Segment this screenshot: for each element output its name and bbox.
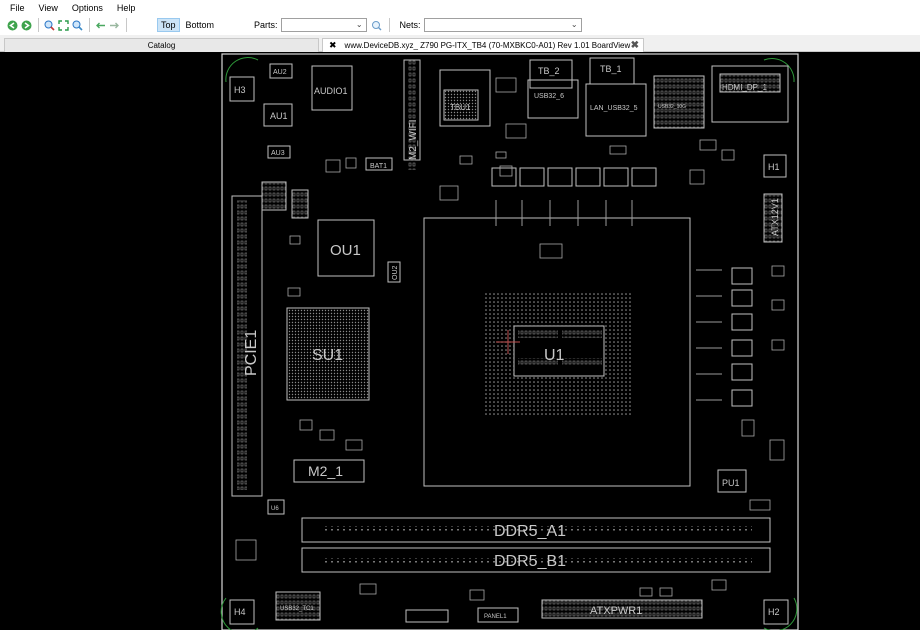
tab-bar: Catalog ✖︎ www.DeviceDB.xyz_ Z790 PG-ITX… (0, 35, 920, 52)
top-side-button[interactable]: Top (157, 18, 180, 32)
label-ou1: OU1 (330, 242, 361, 259)
label-usb32-tc1: USB32_TC1 (280, 606, 314, 612)
back-arrow-icon[interactable] (6, 19, 18, 31)
label-h2: H2 (768, 607, 780, 617)
label-usb32-6: USB32_6 (534, 93, 564, 100)
menu-bar: File View Options Help (0, 0, 920, 15)
toolbar-separator (38, 18, 39, 32)
usb32-10g-connector[interactable] (653, 75, 705, 129)
tab-catalog-label: Catalog (147, 41, 176, 50)
label-ddr5-a1: DDR5_A1 (494, 523, 566, 540)
tab-boardview-label: www.DeviceDB.xyz_ Z790 PG-ITX_TB4 (70-MX… (344, 41, 631, 50)
toolbar: Top Bottom Parts: ⌄ Nets: ⌄ (0, 15, 920, 35)
menu-view[interactable]: View (39, 3, 58, 13)
board-canvas[interactable]: H3 AU2 AUDIO1 AU1 AU3 M2_WIFI TBU1 TB_2 … (0, 52, 920, 630)
vrm-row (491, 167, 657, 187)
next-icon[interactable] (108, 19, 120, 31)
chevron-down-icon: ⌄ (355, 20, 363, 29)
fit-view-icon[interactable] (57, 19, 69, 31)
menu-file[interactable]: File (10, 3, 25, 13)
label-usb32-10g: USB32_10G (658, 104, 686, 110)
parts-label: Parts: (254, 20, 278, 30)
label-h1: H1 (768, 162, 780, 172)
label-h3: H3 (234, 85, 246, 95)
label-au2: AU2 (273, 69, 287, 76)
label-lan-usb32-5: LAN_USB32_5 (590, 105, 638, 112)
right-vrm (731, 267, 753, 407)
label-au3: AU3 (271, 150, 285, 157)
menu-help[interactable]: Help (117, 3, 136, 13)
label-hdmi-dp1: HDMI_DP_1 (722, 83, 767, 92)
label-atxpwr1: ATXPWR1 (590, 605, 642, 617)
menu-options[interactable]: Options (72, 3, 103, 13)
label-tb1: TB_1 (600, 64, 622, 74)
zoom-in-icon[interactable] (43, 19, 55, 31)
board-link-icon: ✖︎ (329, 40, 337, 50)
nets-label: Nets: (399, 20, 421, 30)
label-atx12v1: ATX12V1 (770, 198, 780, 236)
label-audio1: AUDIO1 (314, 86, 348, 96)
label-bat1: BAT1 (370, 163, 387, 170)
zoom-out-icon[interactable] (71, 19, 83, 31)
label-pcie1: PCIE1 (243, 330, 260, 376)
label-tb2: TB_2 (538, 66, 560, 76)
label-tbu1: TBU1 (450, 103, 471, 112)
label-h4: H4 (234, 607, 246, 617)
label-panel1: PANEL1 (484, 614, 507, 620)
label-m2-1: M2_1 (308, 463, 343, 479)
label-ddr5-b1: DDR5_B1 (494, 553, 566, 570)
tab-boardview[interactable]: ✖︎ www.DeviceDB.xyz_ Z790 PG-ITX_TB4 (70… (322, 38, 644, 52)
search-parts-icon[interactable] (371, 19, 383, 31)
toolbar-separator (126, 18, 127, 32)
nets-combo[interactable]: ⌄ (423, 18, 582, 32)
label-m2-wifi: M2_WIFI (408, 119, 419, 160)
label-ou2: OU2 (392, 266, 399, 281)
tab-catalog[interactable]: Catalog (4, 38, 319, 52)
bottom-side-button[interactable]: Bottom (182, 18, 219, 32)
label-u6: U6 (271, 506, 279, 512)
label-pu1: PU1 (722, 478, 740, 488)
previous-icon[interactable] (94, 19, 106, 31)
label-su1: SU1 (312, 347, 343, 364)
toolbar-separator (388, 18, 390, 32)
toolbar-separator (89, 18, 90, 32)
label-u1: U1 (544, 347, 565, 364)
board-viewport[interactable]: H3 AU2 AUDIO1 AU1 AU3 M2_WIFI TBU1 TB_2 … (0, 52, 920, 630)
close-tab-icon[interactable]: ✖ (631, 40, 639, 51)
forward-arrow-icon[interactable] (20, 19, 32, 31)
chevron-down-icon: ⌄ (570, 20, 578, 29)
label-au1: AU1 (270, 111, 288, 121)
parts-combo[interactable]: ⌄ (280, 18, 367, 32)
